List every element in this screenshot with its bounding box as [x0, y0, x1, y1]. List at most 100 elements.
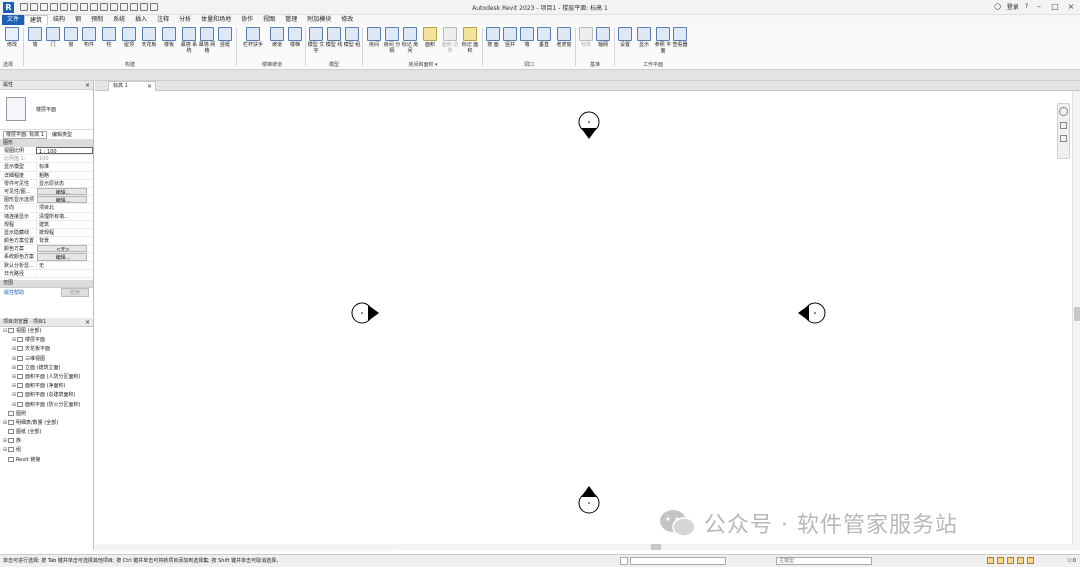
property-value[interactable]: 显示原状态 [36, 179, 93, 187]
elevation-marker-west[interactable] [351, 302, 379, 324]
model-group-button[interactable]: 模型 组 [343, 27, 361, 48]
apply-button[interactable]: 应用 [60, 288, 89, 297]
elevation-marker-south[interactable] [578, 486, 600, 514]
tab-steel[interactable]: 钢 [70, 15, 86, 25]
elevation-marker-east[interactable] [798, 302, 826, 324]
text-icon[interactable] [100, 3, 108, 11]
ceiling-button[interactable]: 天花板 [140, 27, 158, 48]
browser-tree-item[interactable]: ⊞ 族 [0, 437, 93, 446]
browser-tree-item[interactable]: ⊞ 天花板平面 [0, 345, 93, 354]
zoom-icon[interactable] [1060, 122, 1067, 129]
filter-icon[interactable]: ▽:0 [1067, 555, 1076, 567]
property-value[interactable]: 粗略 [36, 171, 93, 179]
save-icon[interactable] [30, 3, 38, 11]
property-value[interactable] [36, 269, 93, 277]
level-button[interactable]: 标高 [577, 27, 595, 48]
browser-tree-item[interactable]: ⊟ 视图 (全部) [0, 327, 93, 336]
redo-icon[interactable] [60, 3, 68, 11]
select-dropdown[interactable]: 选择 [3, 61, 13, 68]
tab-collaborate[interactable]: 协作 [236, 15, 258, 25]
tab-precast[interactable]: 预制 [86, 15, 108, 25]
graphics-section-header[interactable]: 图形 [0, 140, 93, 147]
close-browser-icon[interactable]: × [85, 318, 90, 327]
property-edit-button[interactable]: 编辑... [37, 187, 87, 196]
show-workplane-button[interactable]: 显示 [635, 27, 653, 48]
vertical-opening-button[interactable]: 垂直 [535, 27, 553, 48]
property-edit-button[interactable]: <无> [37, 245, 87, 253]
tab-analyze[interactable]: 分析 [174, 15, 196, 25]
tab-massing-site[interactable]: 体量和场地 [196, 15, 236, 25]
close-hidden-icon[interactable] [140, 3, 148, 11]
property-value[interactable]: 100 [36, 155, 93, 163]
property-value[interactable]: 建筑 [36, 220, 93, 228]
property-value[interactable]: 1 : 100 [36, 147, 93, 155]
section-icon[interactable] [120, 3, 128, 11]
door-button[interactable]: 门 [44, 27, 62, 48]
ramp-button[interactable]: 坡道 [268, 27, 286, 48]
area-boundary-button[interactable]: 面积 边界 [441, 27, 459, 54]
properties-help-link[interactable]: 属性帮助 [4, 289, 24, 296]
thin-lines-icon[interactable] [130, 3, 138, 11]
print-icon[interactable] [70, 3, 78, 11]
tab-systems[interactable]: 系统 [108, 15, 130, 25]
horizontal-scrollbar[interactable] [95, 544, 1080, 550]
vertical-scrollbar[interactable] [1072, 91, 1080, 544]
view-instance-selector[interactable]: 楼层平面: 标高 1 [3, 130, 48, 139]
select-links-icon[interactable] [987, 557, 994, 564]
browser-tree-item[interactable]: ⊞ 面积平面 (净面积) [0, 382, 93, 391]
undo-icon[interactable] [50, 3, 58, 11]
view-tab-level-1[interactable]: 标高 1 × [108, 81, 156, 91]
room-button[interactable]: 房间 [365, 27, 383, 48]
3d-view-icon[interactable] [110, 3, 118, 11]
tab-addins[interactable]: 附加模块 [302, 15, 336, 25]
browser-tree-item[interactable]: 图纸 (全部) [0, 428, 93, 437]
roof-button[interactable]: 屋顶 [120, 27, 138, 48]
tab-file[interactable]: 文件 [2, 15, 25, 25]
browser-tree-item[interactable]: ⊞ 立面 (建筑立面) [0, 364, 93, 373]
modify-button[interactable]: 修改 [3, 27, 21, 48]
browser-tree-item[interactable]: ⊞ 三维视图 [0, 355, 93, 364]
property-value[interactable]: 项目北 [36, 204, 93, 212]
viewer-button[interactable]: 查看器 [671, 27, 689, 48]
property-edit-button[interactable]: 编辑... [37, 253, 87, 261]
dormer-button[interactable]: 老虎窗 [553, 27, 575, 48]
curtain-grid-button[interactable]: 幕墙 网格 [198, 27, 216, 54]
model-text-button[interactable]: 模型 文字 [307, 27, 325, 54]
select-by-face-icon[interactable] [1017, 557, 1024, 564]
browser-tree-item[interactable]: ⊞ 面积平面 (总建筑面积) [0, 391, 93, 400]
wall-opening-button[interactable]: 墙 [518, 27, 536, 48]
open-icon[interactable] [20, 3, 28, 11]
property-value[interactable]: 无 [36, 261, 93, 269]
tab-modify[interactable]: 修改 [336, 15, 358, 25]
sign-in-link[interactable]: 登录 [1007, 2, 1019, 11]
revit-logo-icon[interactable]: R [3, 1, 14, 13]
workset-icon[interactable] [620, 557, 628, 565]
room-separator-button[interactable]: 房间 分隔 [383, 27, 401, 54]
workset-combo[interactable] [630, 557, 726, 565]
column-button[interactable]: 柱 [100, 27, 118, 48]
property-value[interactable]: 按规程 [36, 228, 93, 237]
railing-button[interactable]: 栏杆扶手 [241, 27, 265, 48]
property-edit-button[interactable]: 编辑... [37, 196, 87, 204]
shaft-button[interactable]: 竖井 [501, 27, 519, 48]
type-selector[interactable]: 楼层平面 [0, 90, 93, 130]
browser-tree-item[interactable]: ⊞ 面积平面 (人防分区面积) [0, 373, 93, 382]
close-properties-icon[interactable]: × [85, 81, 90, 90]
drag-elements-icon[interactable] [1027, 557, 1034, 564]
browser-tree-item[interactable]: ⊞ 楼层平面 [0, 336, 93, 345]
close-button[interactable]: × [1066, 2, 1076, 11]
browser-tree-item[interactable]: ⊞ 面积平面 (防火分区面积) [0, 401, 93, 410]
stair-button[interactable]: 楼梯 [286, 27, 304, 48]
model-line-button[interactable]: 模型 线 [325, 27, 343, 48]
close-tab-icon[interactable]: × [147, 82, 152, 91]
grid-button[interactable]: 轴网 [594, 27, 612, 48]
opening-by-face-button[interactable]: 按 面 [484, 27, 502, 48]
curtain-system-button[interactable]: 幕墙 系统 [180, 27, 198, 54]
area-button[interactable]: 面积 [421, 27, 439, 48]
tab-annotate[interactable]: 注释 [152, 15, 174, 25]
browser-tree-item[interactable]: ⊞ 明细表/数量 (全部) [0, 419, 93, 428]
property-value[interactable]: 背景 [36, 237, 93, 245]
measure-icon[interactable] [80, 3, 88, 11]
mullion-button[interactable]: 竖梃 [216, 27, 234, 48]
property-value[interactable]: 清理所有墙... [36, 212, 93, 220]
